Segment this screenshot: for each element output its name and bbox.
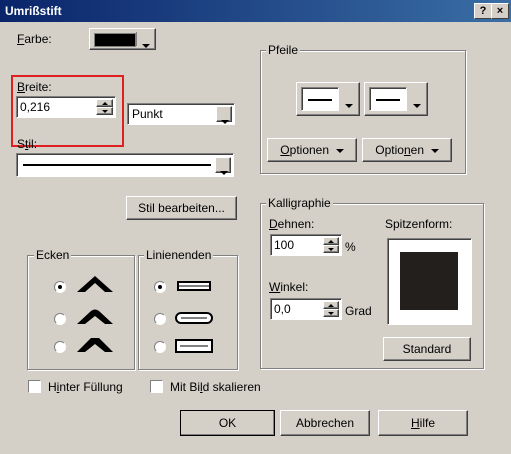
end-arrow-options-button[interactable]: Optionen xyxy=(362,138,452,162)
scale-with-image-checkbox[interactable] xyxy=(150,380,163,393)
chevron-down-icon[interactable] xyxy=(215,157,231,175)
stretch-value: 100 xyxy=(274,238,295,252)
miter-corner-icon xyxy=(77,276,113,292)
angle-input[interactable]: 0,0 xyxy=(270,298,342,320)
end-arrow-preview xyxy=(369,87,407,111)
calligraphy-group-label: Kalligraphie xyxy=(266,196,333,210)
chevron-down-icon xyxy=(142,37,150,51)
stretch-unit: % xyxy=(345,240,356,254)
nib-square xyxy=(400,252,458,310)
behind-fill-label: Hinter Füllung xyxy=(48,380,123,394)
corner-miter-radio[interactable] xyxy=(54,281,66,293)
scale-with-image-label: Mit Bild skalieren xyxy=(170,380,261,394)
line-ends-group-label: Linienenden xyxy=(144,248,214,262)
start-arrow-options-button[interactable]: Optionen xyxy=(267,138,357,162)
nib-shape-preview[interactable] xyxy=(387,238,472,325)
close-button[interactable]: × xyxy=(491,3,509,19)
end-arrow-select[interactable] xyxy=(364,82,428,116)
butt-cap-icon xyxy=(177,281,211,291)
bevel-corner-icon xyxy=(77,338,113,352)
start-arrow-select[interactable] xyxy=(296,82,360,116)
cancel-button[interactable]: Abbrechen xyxy=(280,410,370,436)
color-picker-button[interactable] xyxy=(89,28,156,50)
round-cap-icon xyxy=(175,312,213,324)
stretch-label: Dehnen: xyxy=(269,217,315,231)
corner-round-radio[interactable] xyxy=(54,313,66,325)
ok-button[interactable]: OK xyxy=(180,410,275,436)
edit-style-button[interactable]: Stil bearbeiten... xyxy=(126,196,237,220)
line-style-preview xyxy=(23,164,211,166)
stretch-spin-up[interactable] xyxy=(323,237,339,245)
unit-select[interactable]: Punkt xyxy=(127,103,235,125)
title-bar[interactable]: Umrißstift ? × xyxy=(0,0,511,22)
color-swatch xyxy=(94,33,136,47)
angle-label: Winkel: xyxy=(269,280,309,294)
corners-group-label: Ecken xyxy=(34,248,72,262)
arrows-group-label: Pfeile xyxy=(266,43,301,57)
stretch-spin-down[interactable] xyxy=(323,245,339,253)
default-nib-button[interactable]: Standard xyxy=(383,337,471,361)
help-button[interactable]: ? xyxy=(474,3,492,19)
help-button-footer[interactable]: Hilfe xyxy=(378,410,468,436)
angle-value: 0,0 xyxy=(274,302,291,316)
width-spin-down[interactable] xyxy=(96,107,113,115)
chevron-down-icon[interactable] xyxy=(216,106,232,124)
line-end-butt-radio[interactable] xyxy=(154,281,166,293)
line-end-square-radio[interactable] xyxy=(154,341,166,353)
angle-spin-down[interactable] xyxy=(323,309,339,317)
chevron-down-icon xyxy=(413,97,421,111)
color-label: Farbe: xyxy=(17,32,52,46)
unit-value: Punkt xyxy=(132,107,163,121)
behind-fill-checkbox[interactable] xyxy=(28,380,41,393)
round-corner-icon xyxy=(77,309,113,324)
outline-pen-dialog: Umrißstift ? × Farbe: Breite: 0,216 Punk… xyxy=(0,0,511,454)
width-spin-up[interactable] xyxy=(96,99,113,107)
line-style-select[interactable] xyxy=(16,153,234,177)
width-value: 0,216 xyxy=(20,100,51,114)
style-label: Stil: xyxy=(17,137,38,151)
line-end-round-radio[interactable] xyxy=(154,313,166,325)
angle-spin-up[interactable] xyxy=(323,301,339,309)
chevron-down-icon xyxy=(345,97,353,111)
width-input[interactable]: 0,216 xyxy=(16,96,116,118)
angle-unit: Grad xyxy=(345,304,372,318)
stretch-input[interactable]: 100 xyxy=(270,234,342,256)
square-cap-icon xyxy=(175,339,213,353)
color-label-rest: arbe: xyxy=(24,32,52,46)
window-title: Umrißstift xyxy=(5,4,62,18)
start-arrow-preview xyxy=(301,87,339,111)
corner-bevel-radio[interactable] xyxy=(54,341,66,353)
nib-shape-label: Spitzenform: xyxy=(385,217,453,231)
width-label: Breite: xyxy=(17,80,52,94)
